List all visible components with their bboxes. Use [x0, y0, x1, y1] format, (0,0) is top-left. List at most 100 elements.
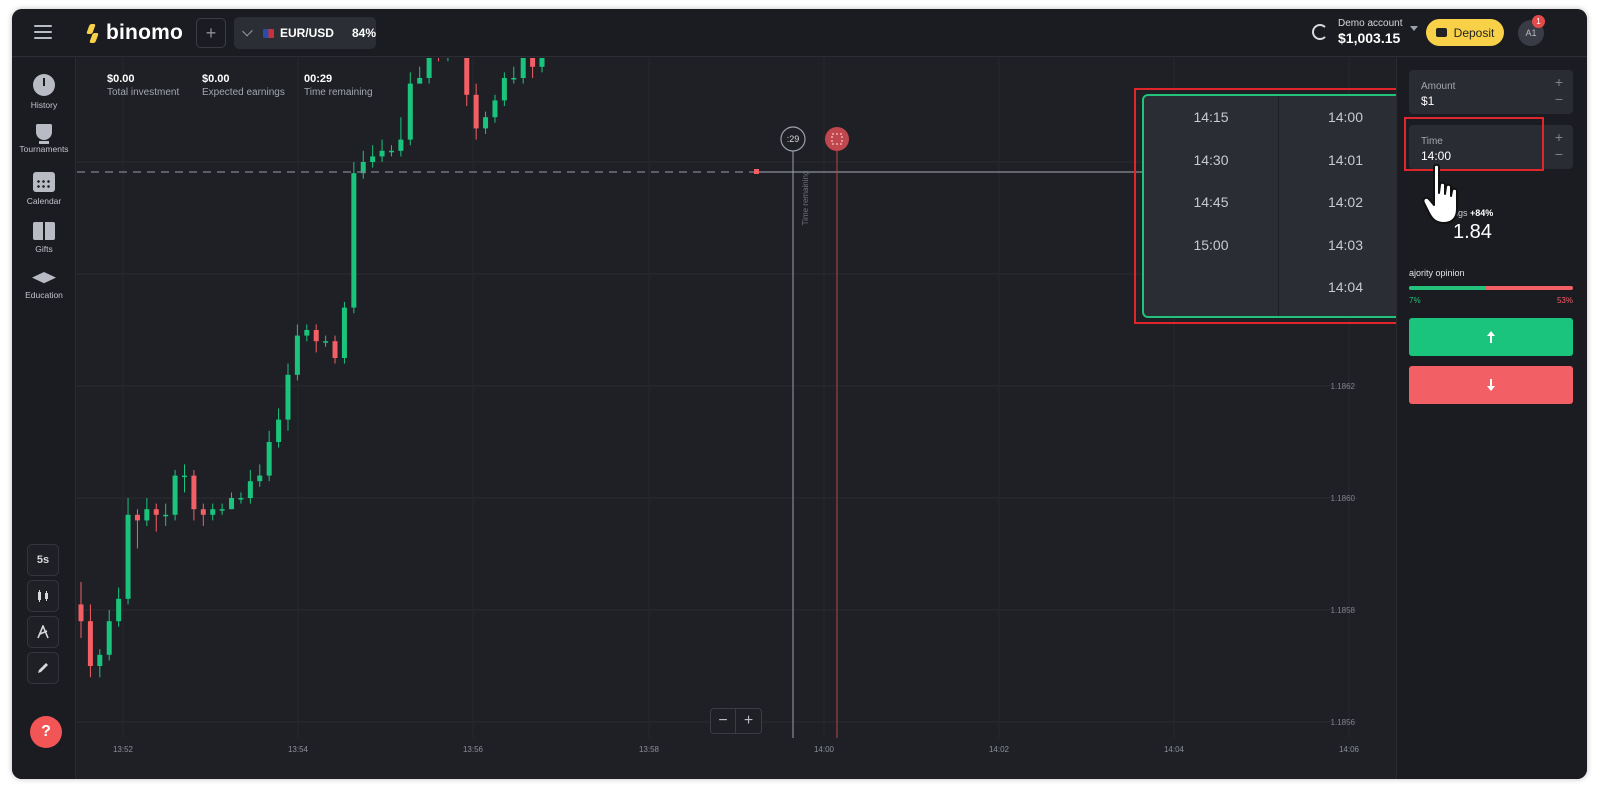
menu-icon[interactable]	[34, 25, 52, 39]
candle-body	[530, 58, 536, 67]
time-option[interactable]: 14:03	[1279, 224, 1408, 267]
time-remaining: 00:29 Time remaining	[304, 73, 373, 98]
asset-pair: EUR/USD	[279, 26, 334, 40]
time-option[interactable]: 15:00	[1144, 224, 1278, 267]
total-investment-label: Total investment	[107, 87, 180, 98]
flag-icon	[262, 28, 274, 38]
candle-body	[407, 83, 413, 140]
zoom-in-button[interactable]: +	[736, 708, 762, 734]
sidebar-item-label: Gifts	[35, 244, 53, 254]
candle-body	[483, 117, 489, 129]
expected-earnings: $0.00 Expected earnings	[202, 73, 285, 98]
candle-body	[247, 481, 253, 498]
indicators-button[interactable]	[27, 616, 59, 648]
time-option[interactable]: 14:15	[1144, 96, 1278, 139]
majority-up-percent: 7%	[1409, 296, 1421, 305]
y-tick-label: 1.1856	[1331, 718, 1356, 727]
majority-opinion-bar	[1409, 286, 1573, 290]
candle-body	[153, 509, 159, 515]
candle-body	[417, 78, 423, 84]
time-column-fixed: 14:15 14:30 14:45 15:00	[1144, 96, 1278, 316]
time-minus-button[interactable]: −	[1555, 146, 1563, 162]
sidebar-item-education[interactable]: Education	[12, 268, 76, 300]
time-option[interactable]: 14:00	[1279, 96, 1408, 139]
education-icon	[32, 272, 56, 284]
drawing-tools-button[interactable]	[27, 652, 59, 684]
x-tick-label: 14:04	[1164, 745, 1185, 754]
amount-value: $1	[1421, 94, 1435, 108]
amount-plus-button[interactable]: +	[1555, 74, 1563, 90]
time-option[interactable]: 14:45	[1144, 181, 1278, 224]
sidebar-item-label: History	[30, 100, 58, 110]
history-icon	[33, 74, 55, 96]
account-switcher[interactable]: Demo account $1,003.15	[1312, 18, 1419, 46]
amount-label: Amount	[1421, 81, 1456, 92]
wallet-icon	[1435, 28, 1447, 37]
sidebar-item-gifts[interactable]: Gifts	[12, 220, 76, 254]
x-tick-label: 14:02	[989, 745, 1010, 754]
arrow-down-icon	[1486, 379, 1496, 391]
sidebar-item-label: Tournaments	[19, 144, 69, 154]
call-up-button[interactable]	[1409, 318, 1573, 356]
timeframe-button[interactable]: 5s	[27, 544, 59, 576]
amount-minus-button[interactable]: −	[1555, 91, 1563, 107]
logo-mark-icon	[86, 22, 100, 44]
candle-body	[219, 509, 225, 511]
time-remaining-label: Time remaining	[304, 87, 373, 98]
candle-body	[323, 341, 329, 343]
amount-field[interactable]: Amount $1 + −	[1409, 70, 1573, 114]
candle-body	[294, 335, 300, 375]
help-button[interactable]: ?	[30, 716, 62, 748]
time-remaining-value: 00:29	[304, 73, 333, 85]
deposit-button[interactable]: Deposit	[1426, 19, 1504, 46]
arrow-up-icon	[1486, 331, 1496, 343]
deposit-label: Deposit	[1453, 25, 1495, 40]
time-option[interactable]: 14:04	[1279, 266, 1408, 309]
logo[interactable]: binomo	[86, 19, 183, 47]
candle-body	[492, 100, 498, 118]
candle-body	[501, 78, 507, 101]
time-option[interactable]: 14:01	[1279, 139, 1408, 182]
earnings-label: ngs +84%	[1453, 208, 1493, 218]
candle-body	[266, 442, 272, 476]
add-asset-button[interactable]: +	[196, 18, 226, 48]
majority-opinion-label: ajority opinion	[1409, 268, 1465, 278]
sidebar-item-history[interactable]: History	[12, 74, 76, 110]
asset-tab[interactable]: EUR/USD 84%	[234, 17, 376, 49]
majority-up-share	[1409, 286, 1487, 290]
time-option[interactable]: 14:30	[1144, 139, 1278, 182]
zoom-out-button[interactable]: −	[710, 708, 736, 734]
candle-body	[370, 156, 376, 162]
y-tick-label: 1.1858	[1331, 606, 1356, 615]
x-tick-label: 14:06	[1339, 745, 1360, 754]
logo-text: binomo	[106, 21, 184, 44]
caret-down-icon	[1410, 25, 1419, 31]
candle-body	[116, 598, 122, 622]
y-tick-label: 1.1860	[1331, 494, 1356, 503]
earnings-percent: +84%	[1470, 208, 1494, 218]
pencil-icon	[38, 663, 48, 673]
refresh-icon[interactable]	[1312, 24, 1328, 40]
trophy-icon	[36, 124, 52, 144]
candle-body	[304, 330, 310, 336]
finish-flag-icon	[825, 127, 849, 151]
candle-body	[172, 475, 178, 515]
x-tick-label: 13:56	[463, 745, 484, 754]
majority-down-percent: 53%	[1556, 296, 1573, 305]
sidebar-item-calendar[interactable]: Calendar	[12, 172, 76, 206]
candle-body	[257, 475, 263, 482]
time-option[interactable]: 14:02	[1279, 181, 1408, 224]
candle-body	[200, 509, 206, 515]
left-sidebar: History Tournaments Calendar Gifts Educa…	[12, 58, 76, 779]
time-plus-button[interactable]: +	[1555, 129, 1563, 145]
asset-payout: 84%	[351, 26, 376, 40]
candle-body	[106, 621, 112, 655]
candle-body	[539, 58, 545, 67]
chart-type-button[interactable]	[27, 580, 59, 612]
time-column-minutes: 14:00 14:01 14:02 14:03 14:04	[1278, 96, 1408, 316]
candle-body	[351, 173, 357, 308]
calendar-icon	[33, 172, 55, 192]
sidebar-item-tournaments[interactable]: Tournaments	[12, 122, 76, 154]
candle-body	[379, 150, 385, 157]
put-down-button[interactable]	[1409, 366, 1573, 404]
